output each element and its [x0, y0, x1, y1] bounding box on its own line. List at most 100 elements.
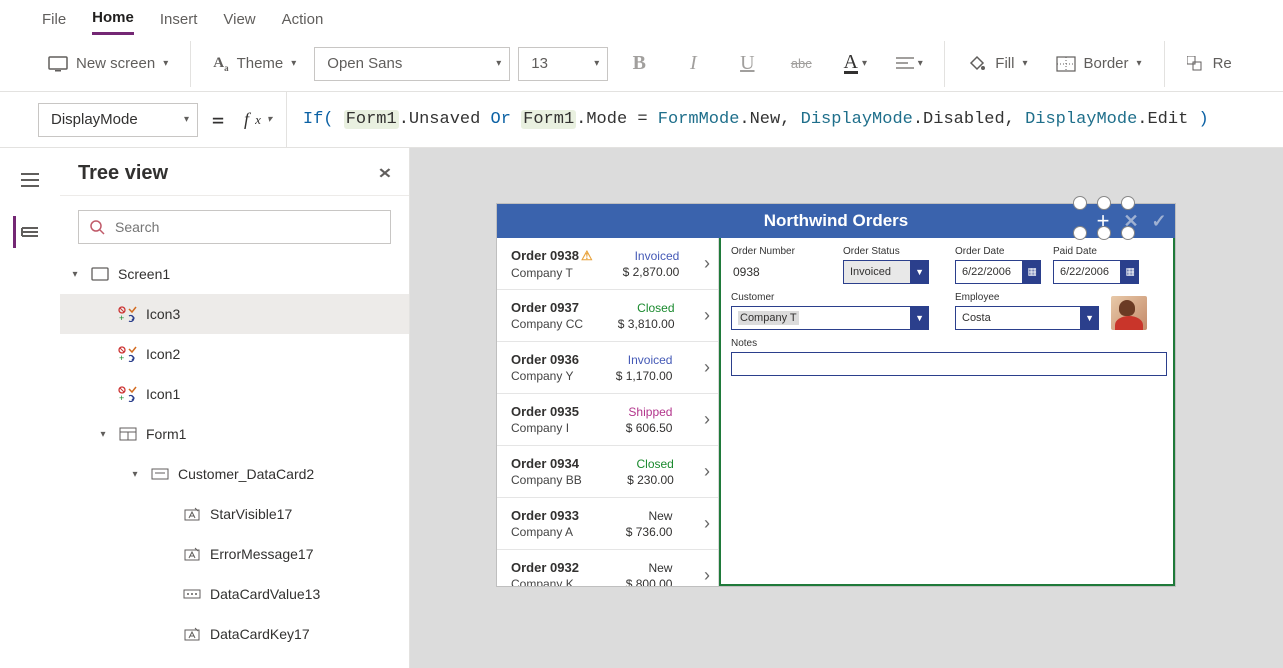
order-row[interactable]: Order 0933Company ANew$ 736.00›	[497, 498, 718, 550]
border-button[interactable]: Border ▾	[1046, 49, 1152, 78]
menu-item-action[interactable]: Action	[282, 11, 324, 34]
order-amount: $ 230.00	[627, 473, 674, 487]
italic-button[interactable]: I	[670, 41, 716, 87]
underline-button[interactable]: U	[724, 41, 770, 87]
tree-node-form1[interactable]: ▾Form1	[60, 414, 409, 454]
employee-avatar	[1111, 296, 1147, 330]
add-icon[interactable]: +	[1093, 211, 1113, 231]
tree-node-icon3[interactable]: +Icon3	[60, 294, 409, 334]
customer-dropdown[interactable]: Company T ▼	[731, 306, 929, 330]
customer-label: Customer	[731, 292, 929, 303]
property-value: DisplayMode	[51, 111, 138, 128]
order-status: New	[648, 561, 672, 575]
chevron-right-icon: ›	[702, 305, 712, 326]
order-row[interactable]: Order 0934Company BBClosed$ 230.00›	[497, 446, 718, 498]
tree-node-label: ErrorMessage17	[210, 546, 314, 562]
tree-node-errormessage17[interactable]: ErrorMessage17	[60, 534, 409, 574]
order-gallery[interactable]: Order 0938⚠Company TInvoiced$ 2,870.00›O…	[497, 238, 719, 586]
border-label: Border	[1084, 55, 1129, 72]
new-screen-button[interactable]: New screen ▾	[38, 49, 178, 78]
order-status: New	[648, 509, 672, 523]
order-row[interactable]: Order 0938⚠Company TInvoiced$ 2,870.00›	[497, 238, 718, 290]
tree-node-starvisible17[interactable]: StarVisible17	[60, 494, 409, 534]
chevron-right-icon: ›	[702, 253, 712, 274]
font-color-button[interactable]: A ▾	[832, 41, 878, 87]
order-row[interactable]: Order 0937Company CCClosed$ 3,810.00›	[497, 290, 718, 342]
canvas[interactable]: Northwind Orders + ✕ ✓ Order 0938⚠Compan…	[410, 148, 1283, 668]
bold-button[interactable]: B	[616, 41, 662, 87]
ribbon: New screen ▾ Aa Theme ▾ Open Sans ▾ 13 ▾…	[0, 36, 1283, 92]
fill-button[interactable]: Fill ▾	[957, 49, 1037, 79]
chevron-right-icon: ›	[702, 565, 712, 586]
calendar-icon: ▦	[1028, 267, 1037, 278]
icongrp-icon: +	[118, 344, 138, 364]
order-row[interactable]: Order 0932Company KNew$ 800.00›	[497, 550, 718, 586]
search-input[interactable]	[115, 219, 380, 235]
tree-view-pane: Tree view ✕ ▾Screen1+Icon3+Icon2+Icon1▾F…	[60, 148, 410, 668]
chevron-right-icon: ›	[702, 513, 712, 534]
font-size-select[interactable]: 13 ▾	[518, 47, 608, 81]
order-company: Company T	[511, 266, 593, 280]
tree-node-datacardkey17[interactable]: DataCardKey17	[60, 614, 409, 654]
tree-view-title: Tree view	[78, 162, 168, 185]
tree-node-datacardvalue13[interactable]: DataCardValue13	[60, 574, 409, 614]
tree-node-label: Icon1	[146, 386, 180, 402]
fx-button[interactable]: fx ▾	[238, 92, 287, 148]
tree-node-icon1[interactable]: +Icon1	[60, 374, 409, 414]
property-select[interactable]: DisplayMode ▾	[38, 103, 198, 137]
order-company: Company A	[511, 525, 579, 539]
app-preview: Northwind Orders + ✕ ✓ Order 0938⚠Compan…	[496, 203, 1176, 587]
font-color-icon: A	[844, 53, 858, 74]
app-header: Northwind Orders + ✕ ✓	[497, 204, 1175, 238]
order-status-dropdown[interactable]: Invoiced ▼	[843, 260, 929, 284]
formula-input[interactable]: If( Form1.Unsaved Or Form1.Mode = FormMo…	[287, 110, 1209, 129]
menu-item-view[interactable]: View	[223, 11, 255, 34]
order-date-label: Order Date	[955, 246, 1041, 257]
menu-item-home[interactable]: Home	[92, 9, 134, 35]
menu-item-file[interactable]: File	[42, 11, 66, 34]
chevron-down-icon: ▾	[1022, 58, 1027, 69]
tree-node-label: DataCardKey17	[210, 626, 310, 642]
employee-dropdown[interactable]: Costa ▼	[955, 306, 1099, 330]
order-status: Closed	[636, 457, 673, 471]
label-icon	[182, 504, 202, 524]
order-row[interactable]: Order 0936Company YInvoiced$ 1,170.00›	[497, 342, 718, 394]
menu-item-insert[interactable]: Insert	[160, 11, 198, 34]
tree-node-customer_datacard2[interactable]: ▾Customer_DataCard2	[60, 454, 409, 494]
tree-node-icon2[interactable]: +Icon2	[60, 334, 409, 374]
left-rail	[0, 148, 60, 668]
notes-input[interactable]	[731, 352, 1167, 376]
separator	[190, 41, 191, 87]
customer-value: Company T	[738, 311, 799, 325]
order-company: Company K	[511, 577, 579, 586]
tree-view-rail-button[interactable]	[13, 216, 45, 248]
chevron-down-icon: ▼	[915, 313, 924, 323]
font-select[interactable]: Open Sans ▾	[314, 47, 510, 81]
theme-button[interactable]: Aa Theme ▾	[203, 49, 306, 79]
tree-node-label: StarVisible17	[210, 506, 292, 522]
order-row[interactable]: Order 0935Company IShipped$ 606.50›	[497, 394, 718, 446]
order-date-picker[interactable]: 6/22/2006 ▦	[955, 260, 1041, 284]
strike-button[interactable]: abc	[778, 41, 824, 87]
hamburger-button[interactable]	[14, 164, 46, 196]
card-icon	[150, 464, 170, 484]
order-number-label: Order Number	[731, 246, 831, 257]
tree-search[interactable]	[78, 210, 391, 244]
align-button[interactable]: ▾	[886, 41, 932, 87]
tree-body: ▾Screen1+Icon3+Icon2+Icon1▾Form1▾Custome…	[60, 254, 409, 668]
cancel-icon[interactable]: ✕	[1121, 211, 1141, 231]
calendar-icon: ▦	[1126, 267, 1135, 278]
order-status-value: Invoiced	[850, 266, 891, 278]
reorder-button[interactable]: Re	[1177, 49, 1232, 78]
paid-date-picker[interactable]: 6/22/2006 ▦	[1053, 260, 1139, 284]
order-number: Order 0936	[511, 352, 579, 367]
close-icon[interactable]: ✕	[378, 165, 392, 182]
font-value: Open Sans	[327, 55, 402, 72]
order-amount: $ 1,170.00	[616, 369, 673, 383]
order-number: Order 0937	[511, 300, 583, 315]
tree-node-screen1[interactable]: ▾Screen1	[60, 254, 409, 294]
tree-node-label: Form1	[146, 426, 186, 442]
order-status-label: Order Status	[843, 246, 929, 257]
accept-icon[interactable]: ✓	[1149, 211, 1169, 231]
fill-icon	[967, 55, 987, 73]
